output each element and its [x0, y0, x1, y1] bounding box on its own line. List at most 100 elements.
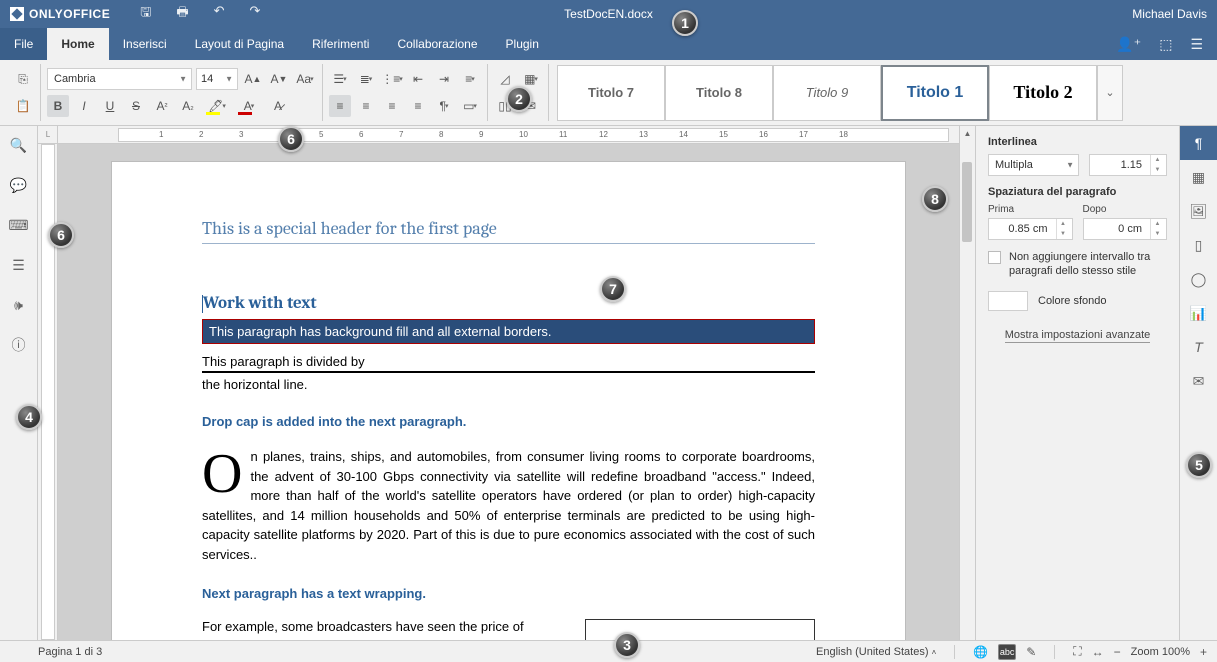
left-sidebar: 🔍 💬 ⌨ ☰ 🕪 ⓘ — [0, 126, 38, 640]
paste-icon[interactable]: 📋 — [12, 95, 34, 117]
chevron-down-icon: ▼ — [1066, 161, 1074, 170]
header-footer-tab[interactable]: ▯ — [1180, 228, 1217, 262]
font-name-combo[interactable]: Cambria▼ — [47, 68, 192, 90]
chart-settings-tab[interactable]: 📊 — [1180, 296, 1217, 330]
chat-icon[interactable]: ⌨ — [10, 216, 28, 234]
feedback-icon[interactable]: 🕪 — [10, 296, 28, 314]
share-icon[interactable]: 👤⁺ — [1116, 36, 1141, 53]
numbering-button[interactable]: ≣▾ — [355, 68, 377, 90]
after-value-input[interactable]: 0 cm▲▼ — [1083, 218, 1168, 240]
line-spacing-button[interactable]: ≡▾ — [459, 68, 481, 90]
bg-color-label: Colore sfondo — [1038, 295, 1107, 307]
vertical-scrollbar[interactable]: ▲ — [959, 126, 975, 640]
bg-color-swatch[interactable] — [988, 291, 1028, 311]
advanced-settings-link[interactable]: Mostra impostazioni avanzate — [1005, 329, 1151, 343]
style-titolo-1[interactable]: Titolo 1 — [881, 65, 989, 121]
document-area: 123 456 789 101112 131415 161718 This is… — [58, 126, 959, 640]
menu-home[interactable]: Home — [47, 28, 108, 60]
align-center-button[interactable]: ≡ — [355, 95, 377, 117]
about-icon[interactable]: ⓘ — [10, 336, 28, 354]
styles-more-button[interactable]: ⌄ — [1097, 65, 1123, 121]
scroll-area[interactable]: This is a special header for the first p… — [58, 144, 959, 640]
comments-icon[interactable]: 💬 — [10, 176, 28, 194]
set-lang-icon[interactable]: 🌐 — [973, 645, 988, 659]
toolbar: ⎘ 📋 Cambria▼ 14▼ A▲ A▼ Aa▾ B I U S A² A₂… — [0, 60, 1217, 126]
spellcheck-icon[interactable]: abc — [998, 644, 1016, 660]
clear-style-button[interactable]: A̷ — [267, 95, 289, 117]
bullets-button[interactable]: ☰▾ — [329, 68, 351, 90]
search-icon[interactable]: 🔍 — [10, 136, 28, 154]
decrease-indent-button[interactable]: ⇤ — [407, 68, 429, 90]
menu-collab[interactable]: Collaborazione — [383, 28, 491, 60]
fit-page-icon[interactable]: ⛶ — [1073, 644, 1081, 659]
menu-layout[interactable]: Layout di Pagina — [181, 28, 298, 60]
zoom-in-icon[interactable]: + — [1200, 645, 1207, 659]
strikethrough-button[interactable]: S — [125, 95, 147, 117]
shading-button[interactable]: ▭▾ — [459, 95, 481, 117]
first-page-header: This is a special header for the first p… — [202, 218, 815, 244]
zoom-indicator[interactable]: Zoom 100% — [1131, 646, 1190, 658]
callout-6b: 6 — [48, 222, 74, 248]
page-indicator[interactable]: Pagina 1 di 3 — [10, 646, 102, 658]
scroll-up-icon[interactable]: ▲ — [960, 126, 975, 140]
fit-width-icon[interactable]: ↔ — [1092, 645, 1104, 659]
mailmerge-settings-tab[interactable]: ✉ — [1180, 364, 1217, 398]
open-location-icon[interactable]: ⬚ — [1159, 36, 1172, 53]
font-size-combo[interactable]: 14▼ — [196, 68, 238, 90]
italic-button[interactable]: I — [73, 95, 95, 117]
paragraph-group: ☰▾ ≣▾ ⋮≡▾ ⇤ ⇥ ≡▾ ≡ ≡ ≡ ≡ ¶▾ ▭▾ — [323, 64, 488, 121]
callout-1: 1 — [672, 10, 698, 36]
style-titolo-7[interactable]: Titolo 7 — [557, 65, 665, 121]
save-icon[interactable]: 🖫 — [140, 3, 151, 25]
table-settings-tab[interactable]: ▦ — [1180, 160, 1217, 194]
undo-icon[interactable]: ↶ — [214, 3, 225, 25]
align-left-button[interactable]: ≡ — [329, 95, 351, 117]
before-value-input[interactable]: 0.85 cm▲▼ — [988, 218, 1073, 240]
style-titolo-9[interactable]: Titolo 9 — [773, 65, 881, 121]
increase-indent-button[interactable]: ⇥ — [433, 68, 455, 90]
username-label[interactable]: Michael Davis — [1132, 7, 1207, 21]
print-icon[interactable]: 🖶 — [176, 3, 188, 25]
decrease-font-icon[interactable]: A▼ — [268, 68, 290, 90]
line-spacing-value-input[interactable]: 1.15▲▼ — [1089, 154, 1167, 176]
shape-settings-tab[interactable]: ◯ — [1180, 262, 1217, 296]
textart-settings-tab[interactable]: T — [1180, 330, 1217, 364]
navigation-icon[interactable]: ☰ — [10, 256, 28, 274]
menu-file[interactable]: File — [0, 28, 47, 60]
multilevel-button[interactable]: ⋮≡▾ — [381, 68, 403, 90]
subscript-button[interactable]: A₂ — [177, 95, 199, 117]
menu-plugin[interactable]: Plugin — [492, 28, 553, 60]
para-spacing-label: Spaziatura del paragrafo — [988, 186, 1167, 198]
no-space-checkbox[interactable]: Non aggiungere intervallo tra paragrafi … — [988, 250, 1167, 279]
scroll-thumb[interactable] — [962, 162, 972, 242]
image-settings-tab[interactable]: 🖼 — [1180, 194, 1217, 228]
highlight-color-button[interactable]: 🖊▾ — [203, 95, 231, 117]
style-titolo-8[interactable]: Titolo 8 — [665, 65, 773, 121]
align-justify-button[interactable]: ≡ — [407, 95, 429, 117]
language-indicator[interactable]: English (United States) ˄ — [816, 646, 936, 658]
title-bar: ONLYOFFICE 🖫 🖶 ↶ ↷ TestDocEN.docx Michae… — [0, 0, 1217, 28]
increase-font-icon[interactable]: A▲ — [242, 68, 264, 90]
line-spacing-type-select[interactable]: Multipla▼ — [988, 154, 1079, 176]
style-titolo-2[interactable]: Titolo 2 — [989, 65, 1097, 121]
menu-insert[interactable]: Inserisci — [109, 28, 181, 60]
superscript-button[interactable]: A² — [151, 95, 173, 117]
chevron-down-icon: ▼ — [225, 75, 233, 84]
styles-gallery: Titolo 7 Titolo 8 Titolo 9 Titolo 1 Tito… — [549, 64, 1211, 121]
horizontal-ruler[interactable]: 123 456 789 101112 131415 161718 — [118, 128, 949, 142]
nonprinting-button[interactable]: ¶▾ — [433, 95, 455, 117]
hamburger-icon[interactable]: ☰ — [1190, 36, 1203, 53]
heading-work-with-text: Work with text — [202, 294, 815, 313]
bold-button[interactable]: B — [47, 95, 69, 117]
zoom-out-icon[interactable]: − — [1114, 645, 1121, 659]
font-color-button[interactable]: A▾ — [235, 95, 263, 117]
underline-button[interactable]: U — [99, 95, 121, 117]
menu-references[interactable]: Riferimenti — [298, 28, 383, 60]
copy-icon[interactable]: ⎘ — [12, 68, 34, 90]
page[interactable]: This is a special header for the first p… — [112, 162, 905, 640]
paragraph-settings-tab[interactable]: ¶ — [1180, 126, 1217, 160]
align-right-button[interactable]: ≡ — [381, 95, 403, 117]
track-changes-icon[interactable]: ✎ — [1026, 645, 1036, 659]
change-case-icon[interactable]: Aa▾ — [294, 68, 316, 90]
redo-icon[interactable]: ↷ — [250, 3, 261, 25]
